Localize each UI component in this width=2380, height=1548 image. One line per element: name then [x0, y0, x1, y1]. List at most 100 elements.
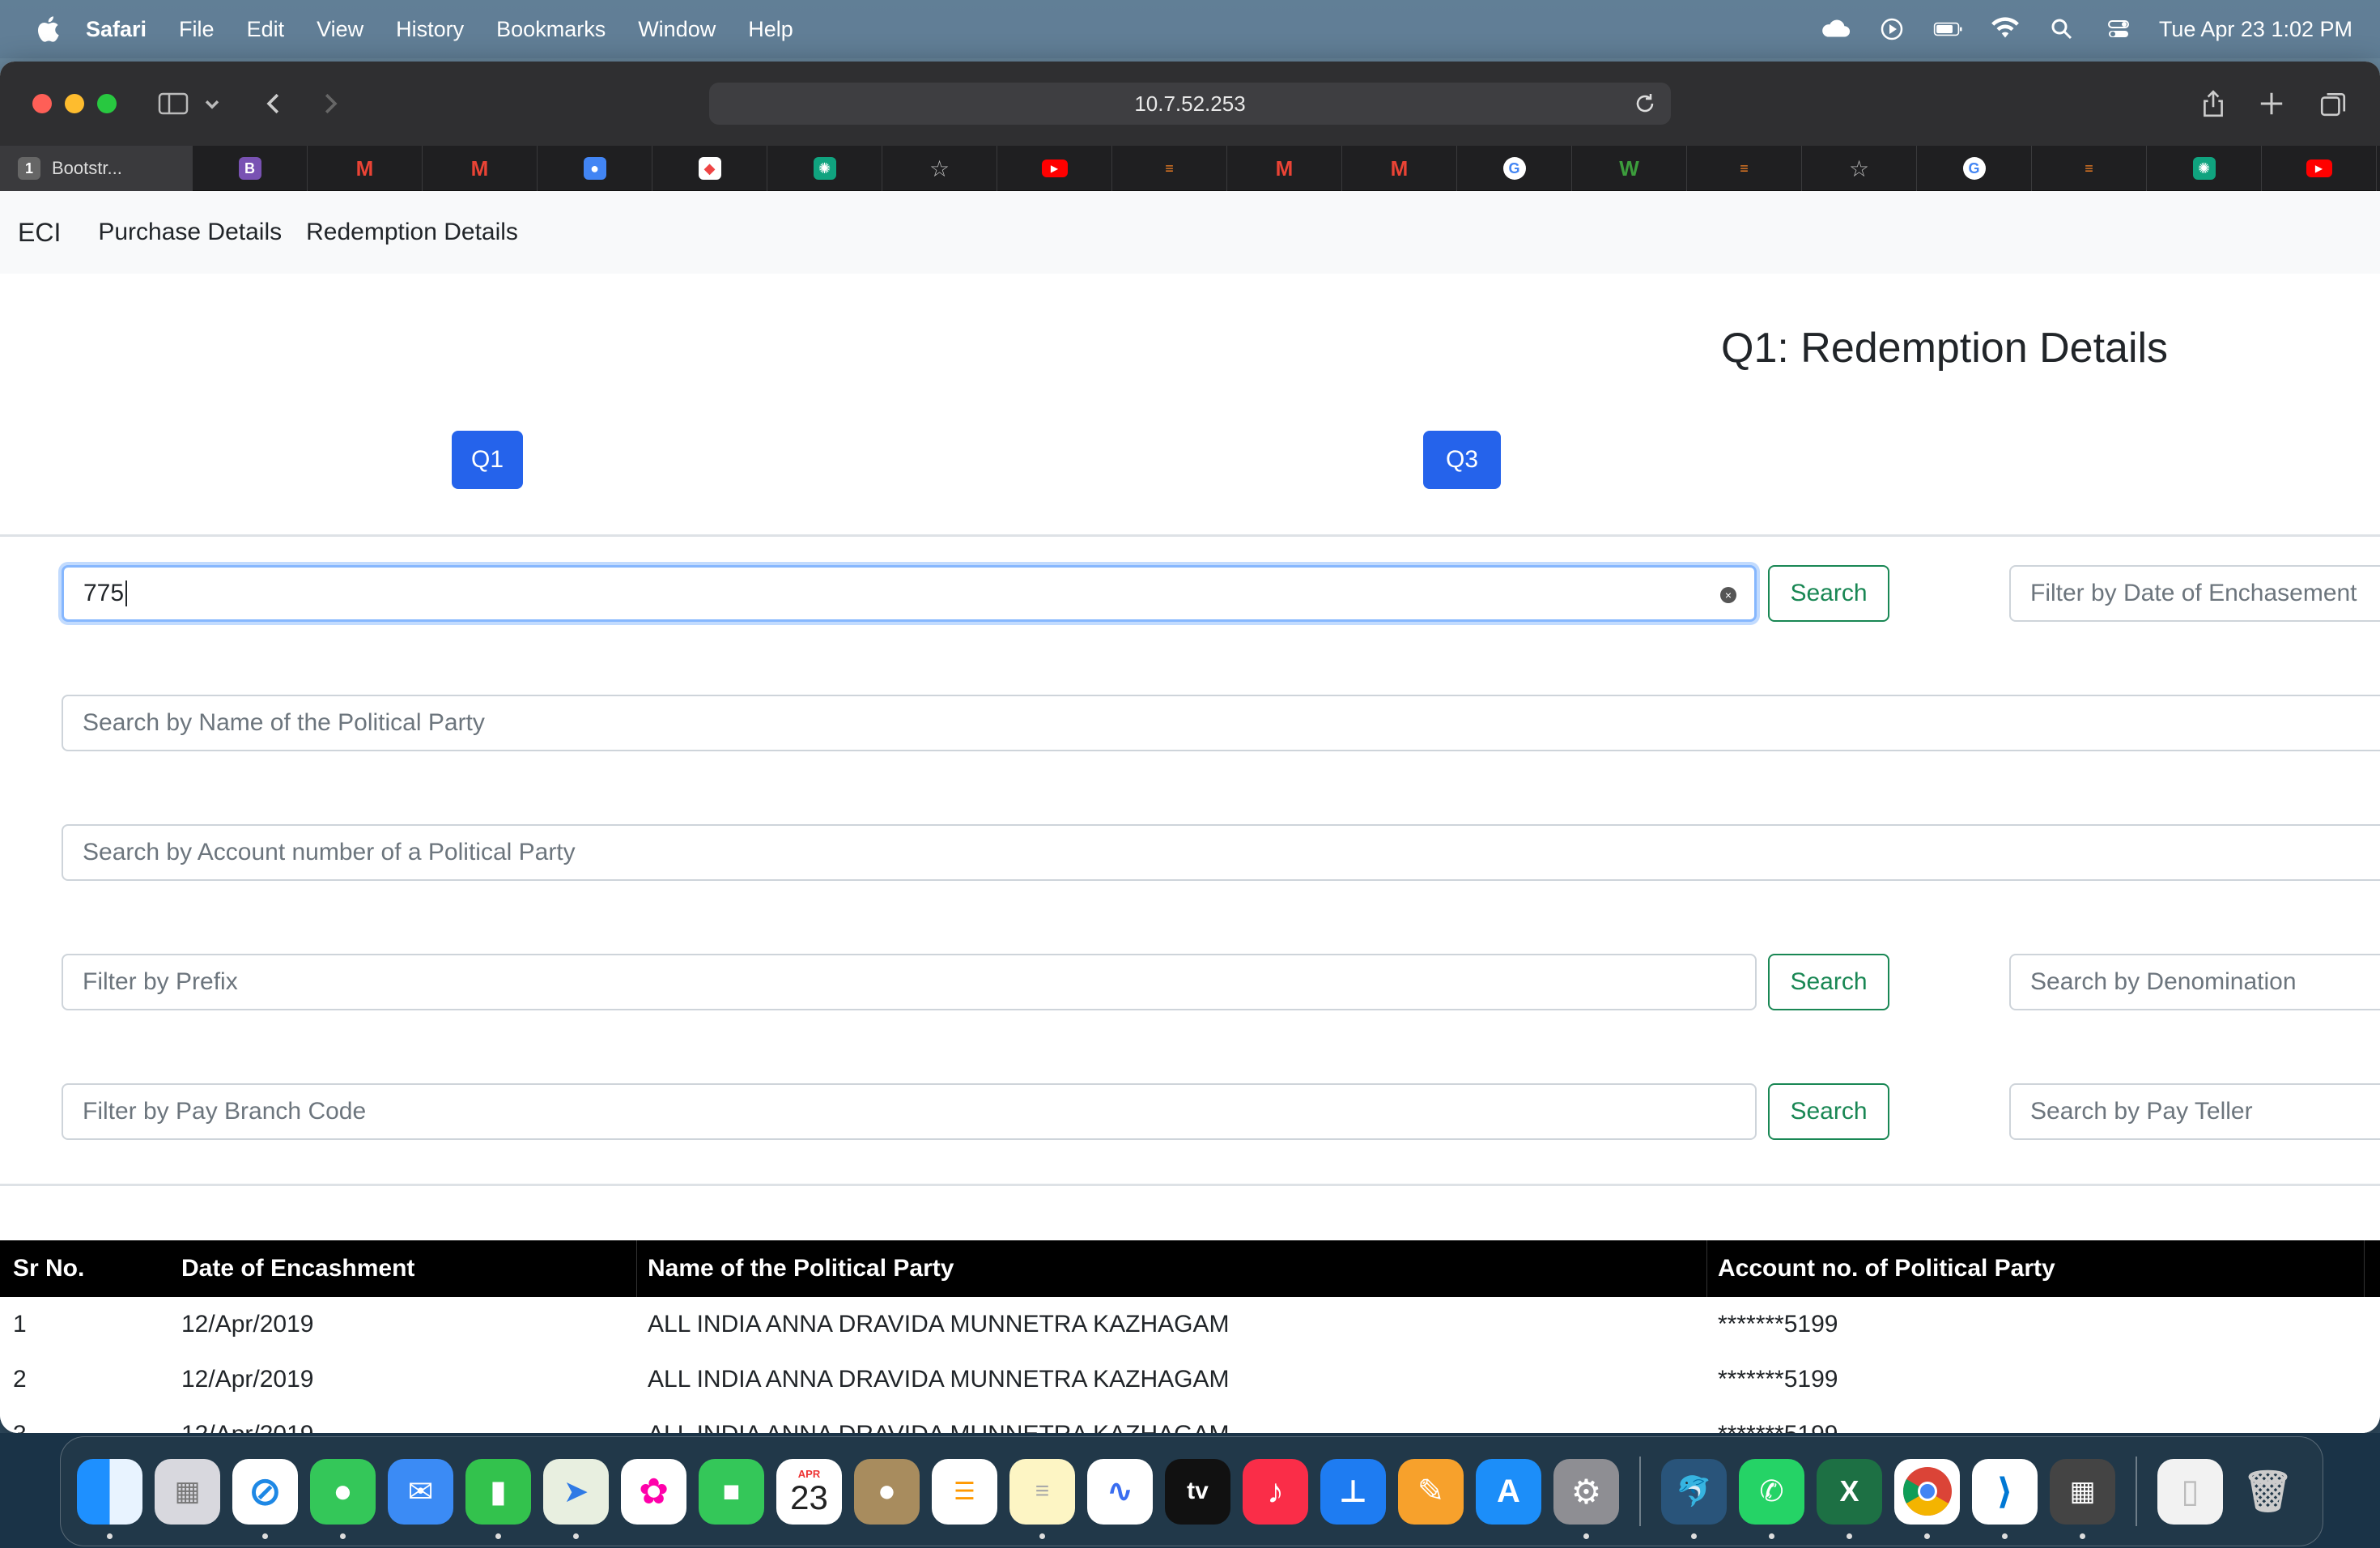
- excel-icon[interactable]: X: [1817, 1458, 1882, 1539]
- tab-stackoverflow[interactable]: ≡: [2032, 146, 2147, 191]
- keynote-icon[interactable]: ⊥: [1320, 1458, 1386, 1525]
- denomination-search-input[interactable]: Search by Denomination: [2009, 954, 2380, 1010]
- document-icon[interactable]: ▯: [2157, 1458, 2223, 1525]
- tab-google[interactable]: G: [1457, 146, 1572, 191]
- tab-gmail[interactable]: M: [308, 146, 423, 191]
- pages-icon[interactable]: ✎: [1398, 1458, 1464, 1525]
- back-icon[interactable]: [256, 87, 291, 120]
- menubar-clock[interactable]: Tue Apr 23 1:02 PM: [2159, 17, 2352, 42]
- menu-window[interactable]: Window: [638, 17, 716, 42]
- prefix-search-button[interactable]: Search: [1768, 954, 1889, 1010]
- header-party-name[interactable]: Name of the Political Party: [648, 1240, 954, 1297]
- tab-gmail[interactable]: M: [1342, 146, 1457, 191]
- menu-edit[interactable]: Edit: [247, 17, 285, 42]
- menu-file[interactable]: File: [179, 17, 215, 42]
- bond-number-search-input[interactable]: 775 ×: [62, 565, 1757, 622]
- nav-link-redemption-details[interactable]: Redemption Details: [306, 219, 518, 246]
- minimize-window-button[interactable]: [65, 94, 84, 113]
- tab-package[interactable]: ◆: [652, 146, 767, 191]
- tab-contacts[interactable]: ●: [538, 146, 652, 191]
- control-center-icon[interactable]: [2102, 17, 2135, 41]
- maps-icon[interactable]: ➤: [543, 1458, 609, 1539]
- account-number-search-input[interactable]: Search by Account number of a Political …: [62, 824, 2380, 881]
- icloud-icon[interactable]: [1819, 17, 1851, 41]
- header-sr-no[interactable]: Sr No.: [13, 1240, 84, 1297]
- new-tab-icon[interactable]: [2254, 87, 2289, 120]
- clear-input-icon[interactable]: ×: [1720, 587, 1736, 603]
- pay-branch-search-button[interactable]: Search: [1768, 1083, 1889, 1140]
- trash-icon[interactable]: 🗑: [2235, 1459, 2301, 1525]
- menu-help[interactable]: Help: [748, 17, 793, 42]
- vscode-icon[interactable]: ⟩: [1972, 1458, 2038, 1539]
- mail-icon[interactable]: ✉: [388, 1458, 453, 1525]
- battery-icon[interactable]: [1932, 17, 1965, 41]
- forward-icon[interactable]: [312, 87, 348, 120]
- close-window-button[interactable]: [32, 94, 52, 113]
- navbar-brand[interactable]: ECI: [18, 218, 61, 248]
- menu-app-name[interactable]: Safari: [86, 17, 147, 42]
- tab-stackoverflow[interactable]: ≡: [1112, 146, 1227, 191]
- system-settings-icon[interactable]: ⚙: [1553, 1458, 1619, 1539]
- reload-icon[interactable]: [1630, 89, 1660, 118]
- tab-bookmark[interactable]: ☆: [882, 146, 997, 191]
- chevron-down-icon[interactable]: [201, 87, 223, 120]
- tab-chatgpt[interactable]: ✺: [767, 146, 882, 191]
- share-icon[interactable]: [2195, 87, 2231, 120]
- contacts-icon[interactable]: ●: [854, 1458, 920, 1525]
- photos-icon[interactable]: ✿: [621, 1458, 686, 1525]
- date-filter-input[interactable]: Filter by Date of Enchasement: [2009, 565, 2380, 622]
- bond-number-search-button[interactable]: Search: [1768, 565, 1889, 622]
- notes-icon[interactable]: ≡: [1009, 1458, 1075, 1539]
- table-row[interactable]: 2 12/Apr/2019 ALL INDIA ANNA DRAVIDA MUN…: [0, 1352, 2380, 1407]
- play-icon[interactable]: [1876, 17, 1908, 41]
- pay-teller-search-input[interactable]: Search by Pay Teller: [2009, 1083, 2380, 1140]
- tab-overview-icon[interactable]: [2315, 87, 2351, 120]
- menu-history[interactable]: History: [396, 17, 464, 42]
- calculator-icon[interactable]: ▦: [2050, 1458, 2115, 1539]
- whatsapp-icon[interactable]: ✆: [1739, 1458, 1804, 1539]
- tab-gmail[interactable]: M: [1227, 146, 1342, 191]
- safari-icon[interactable]: ⊘: [232, 1458, 298, 1539]
- search-icon[interactable]: [2046, 17, 2078, 41]
- launchpad-icon[interactable]: ▦: [155, 1458, 220, 1525]
- sidebar-toggle-icon[interactable]: [155, 87, 191, 120]
- tab-bookmark[interactable]: ☆: [1802, 146, 1917, 191]
- zoom-window-button[interactable]: [97, 94, 117, 113]
- freeform-icon[interactable]: ∿: [1087, 1458, 1153, 1525]
- tab-chatgpt[interactable]: ✺: [2147, 146, 2262, 191]
- messages-icon[interactable]: ●: [310, 1458, 376, 1539]
- app-store-icon[interactable]: A: [1476, 1458, 1541, 1525]
- q1-button[interactable]: Q1: [452, 431, 523, 489]
- reminders-icon[interactable]: ☰: [932, 1458, 997, 1525]
- numbers-icon[interactable]: ▮: [465, 1458, 531, 1539]
- q3-button[interactable]: Q3: [1423, 431, 1501, 489]
- facetime-icon[interactable]: ■: [699, 1458, 764, 1525]
- table-row[interactable]: 3 12/Apr/2019 ALL INDIA ANNA DRAVIDA MUN…: [0, 1407, 2380, 1433]
- party-name-search-input[interactable]: Search by Name of the Political Party: [62, 695, 2380, 751]
- menu-view[interactable]: View: [317, 17, 363, 42]
- tab-bootstrap-active[interactable]: 1 Bootstr...: [0, 146, 193, 191]
- tab-w[interactable]: W: [1572, 146, 1687, 191]
- calendar-icon[interactable]: APR 23: [776, 1458, 842, 1525]
- tab-youtube[interactable]: ▶: [2262, 146, 2377, 191]
- nav-link-purchase-details[interactable]: Purchase Details: [98, 219, 282, 246]
- menu-bookmarks[interactable]: Bookmarks: [496, 17, 606, 42]
- pay-branch-filter-input[interactable]: Filter by Pay Branch Code: [62, 1083, 1757, 1140]
- wifi-icon[interactable]: [1989, 17, 2021, 41]
- header-account-no[interactable]: Account no. of Political Party: [1718, 1240, 2055, 1297]
- mysql-workbench-icon[interactable]: 🐬: [1661, 1458, 1727, 1539]
- tab-stackoverflow[interactable]: ≡: [1687, 146, 1802, 191]
- header-date-of-encashment[interactable]: Date of Encashment: [181, 1240, 414, 1297]
- address-bar[interactable]: 10.7.52.253: [709, 83, 1671, 125]
- tv-icon[interactable]: tv: [1165, 1458, 1230, 1525]
- music-icon[interactable]: ♪: [1243, 1458, 1308, 1525]
- tab-google[interactable]: G: [1917, 146, 2032, 191]
- prefix-filter-input[interactable]: Filter by Prefix: [62, 954, 1757, 1010]
- tab-bootstrap[interactable]: B: [193, 146, 308, 191]
- table-row[interactable]: 1 12/Apr/2019 ALL INDIA ANNA DRAVIDA MUN…: [0, 1297, 2380, 1352]
- chrome-icon[interactable]: [1894, 1458, 1960, 1539]
- finder-icon[interactable]: [77, 1458, 142, 1539]
- apple-menu-icon[interactable]: [34, 15, 62, 44]
- tab-youtube[interactable]: ▶: [997, 146, 1112, 191]
- tab-gmail[interactable]: M: [423, 146, 538, 191]
